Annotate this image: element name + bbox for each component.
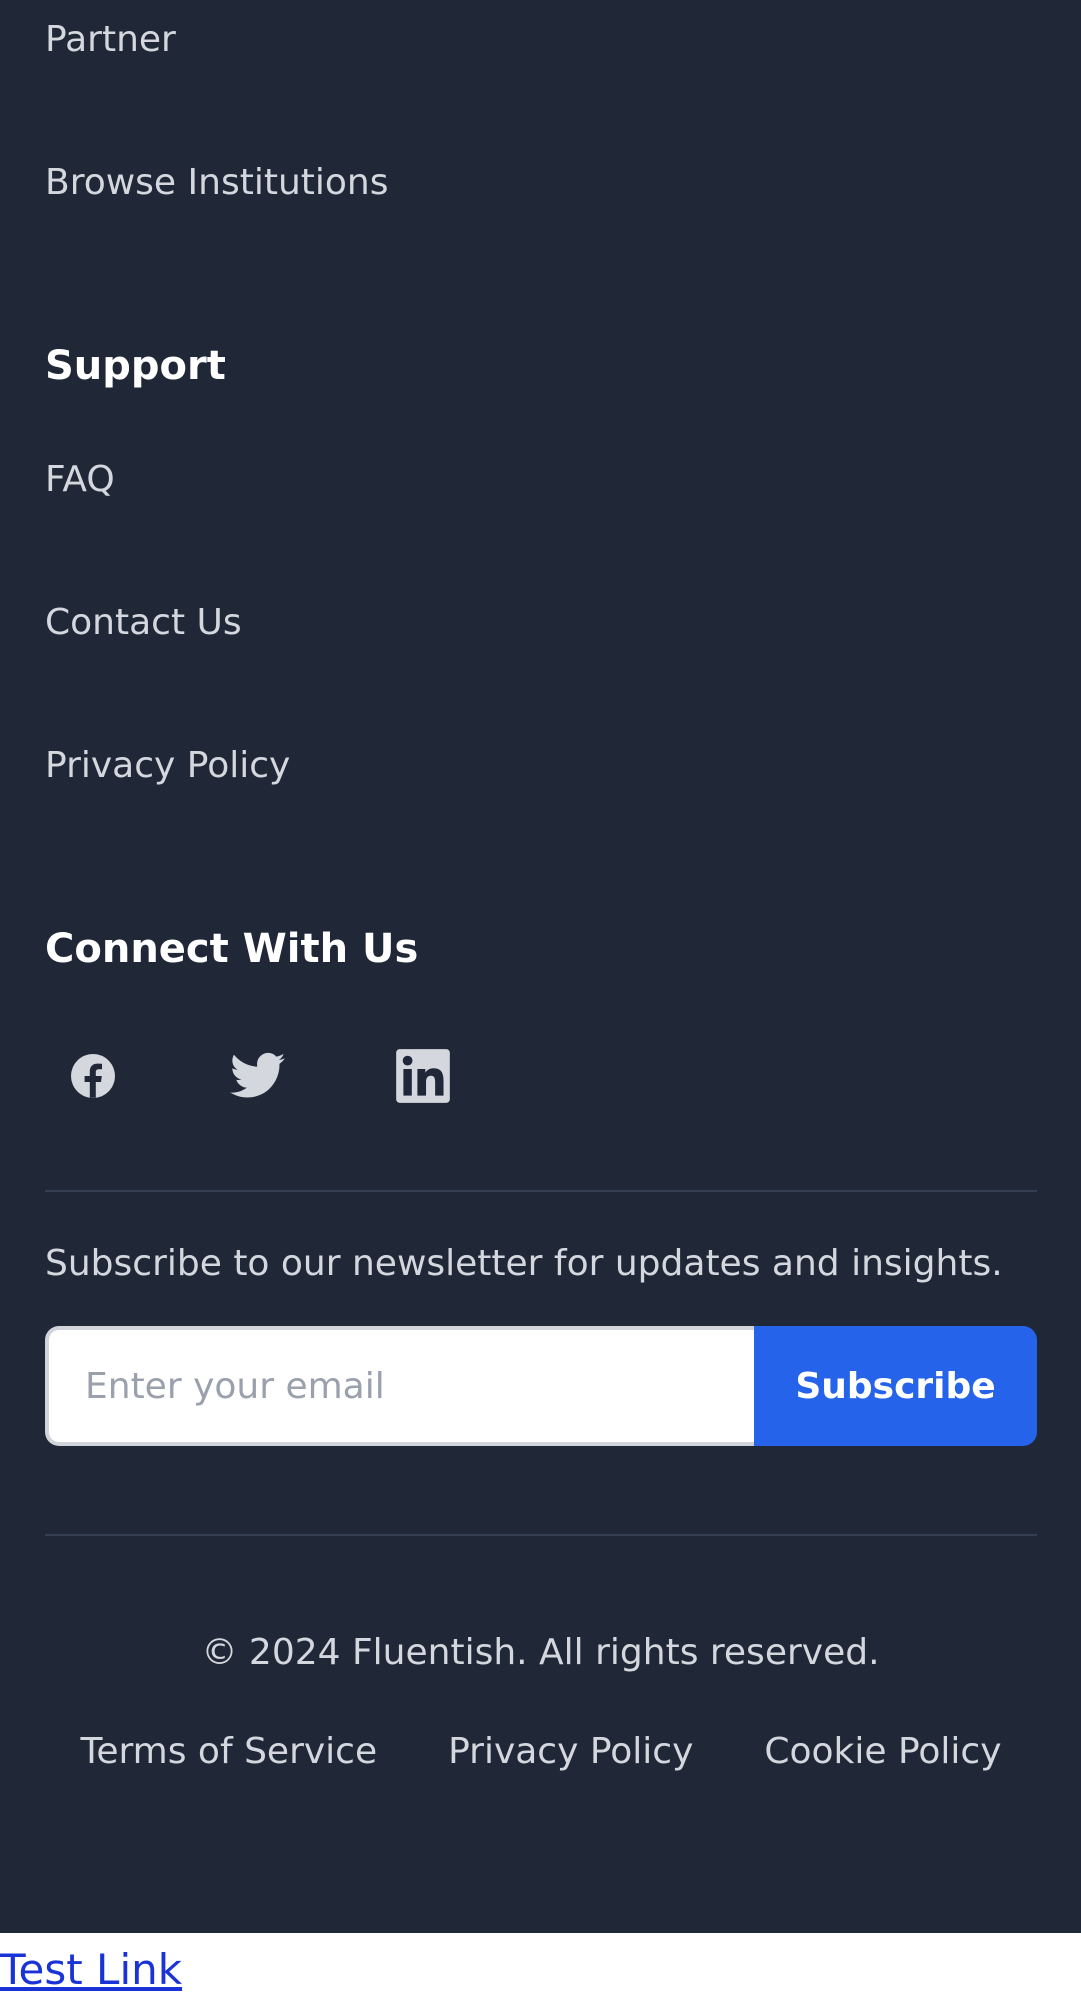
footer-link-browse-institutions[interactable]: Browse Institutions [45,161,388,205]
legal-link-cookie-policy[interactable]: Cookie Policy [764,1728,1001,1776]
facebook-icon[interactable] [63,1046,123,1106]
connect-heading: Connect With Us [45,926,419,972]
footer-divider-bottom [45,1534,1037,1536]
newsletter-text: Subscribe to our newsletter for updates … [45,1243,1003,1284]
legal-link-terms-of-service[interactable]: Terms of Service [80,1728,377,1776]
support-heading: Support [45,343,226,389]
footer-link-partner[interactable]: Partner [45,18,176,62]
legal-links: Terms of Service Privacy Policy Cookie P… [45,1728,1037,1776]
footer-link-contact-us[interactable]: Contact Us [45,601,242,645]
linkedin-icon[interactable] [393,1046,453,1106]
newsletter-email-input[interactable] [45,1326,754,1446]
copyright-text: © 2024 Fluentish. All rights reserved. [201,1632,880,1673]
legal-link-privacy-policy[interactable]: Privacy Policy [448,1728,693,1776]
footer-divider-top [45,1190,1037,1192]
twitter-icon[interactable] [228,1046,288,1106]
footer-link-privacy-policy[interactable]: Privacy Policy [45,744,290,788]
footer-link-faq[interactable]: FAQ [45,458,115,502]
test-link[interactable]: Test Link [0,1945,182,1995]
site-footer: Partner Browse Institutions Support FAQ … [0,0,1081,1933]
subscribe-button[interactable]: Subscribe [754,1326,1037,1446]
